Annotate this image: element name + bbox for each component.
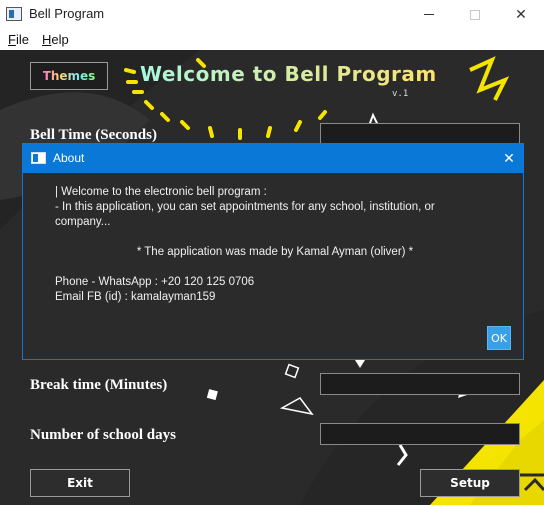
close-button[interactable]: ✕ (498, 0, 544, 29)
menu-file-label: ile (15, 32, 29, 47)
app-icon (6, 7, 22, 21)
maximize-icon (470, 9, 480, 20)
school-days-label: Number of school days (30, 427, 176, 443)
exit-button[interactable]: Exit (30, 469, 130, 497)
close-icon: ✕ (515, 6, 527, 23)
title-bar: Bell Program ✕ (0, 0, 544, 29)
about-close-button[interactable]: ✕ (499, 148, 519, 168)
menu-file[interactable]: File (8, 32, 29, 47)
app-window-icon (31, 152, 46, 164)
themes-button[interactable]: Themes (30, 62, 108, 90)
menu-help-mnemonic: H (42, 32, 52, 47)
themes-label: Themes (42, 69, 96, 83)
about-line-6: Email FB (id) : kamalayman159 (55, 291, 216, 303)
version-label: v.1 (392, 89, 409, 99)
menu-help-label: elp (51, 32, 69, 47)
window-title: Bell Program (29, 6, 105, 21)
about-message: | Welcome to the electronic bell program… (55, 185, 495, 305)
about-dialog-title: About (53, 151, 85, 165)
about-line-5: Phone - WhatsApp : +20 120 125 0706 (55, 276, 255, 288)
about-line-1: | Welcome to the electronic bell program… (55, 186, 267, 198)
about-line-4: * The application was made by Kamal Ayma… (136, 246, 414, 258)
close-icon: ✕ (503, 149, 515, 166)
school-days-input[interactable] (320, 423, 520, 445)
menu-help[interactable]: Help (42, 32, 69, 47)
minimize-icon (424, 14, 434, 15)
minimize-button[interactable] (406, 0, 452, 29)
about-dialog-titlebar: About ✕ (23, 144, 523, 173)
about-line-2: - In this application, you can set appoi… (55, 201, 435, 213)
setup-button[interactable]: Setup (420, 469, 520, 497)
maximize-button[interactable] (452, 0, 498, 29)
about-blank-2 (55, 260, 495, 275)
about-line-3: company... (55, 216, 111, 228)
menu-bar: File Help (0, 29, 544, 50)
menu-file-mnemonic: F (8, 32, 16, 47)
welcome-title: Welcome to Bell Program (140, 62, 437, 86)
break-time-label: Break time (Minutes) (30, 377, 168, 393)
about-dialog: About ✕ | Welcome to the electronic bell… (22, 143, 524, 360)
about-blank-1 (55, 230, 495, 245)
ok-button[interactable]: OK (487, 326, 511, 350)
bell-time-label: Bell Time (Seconds) (30, 127, 157, 143)
bell-time-input[interactable] (320, 123, 520, 145)
break-time-input[interactable] (320, 373, 520, 395)
